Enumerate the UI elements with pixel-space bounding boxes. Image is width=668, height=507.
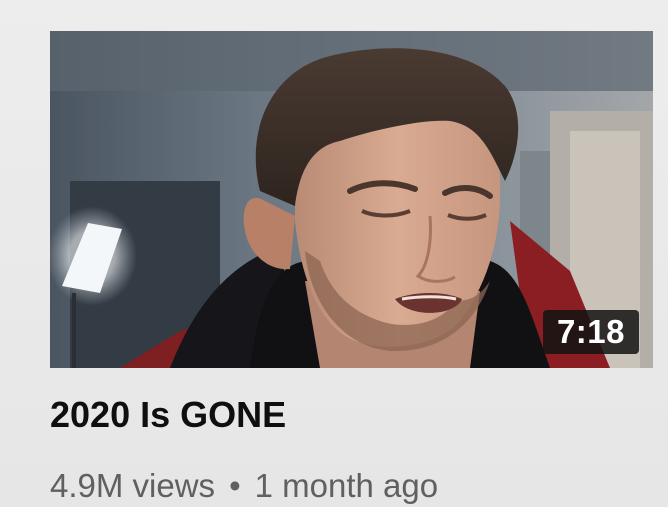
video-thumbnail[interactable]: 7:18 bbox=[50, 31, 653, 368]
metadata-separator: • bbox=[229, 467, 241, 504]
video-title[interactable]: 2020 Is GONE bbox=[50, 392, 286, 438]
duration-badge: 7:18 bbox=[542, 310, 639, 354]
view-count: 4.9M views bbox=[50, 467, 216, 504]
video-card[interactable]: 7:18 2020 Is GONE 4.9M views • 1 month ago bbox=[0, 0, 668, 507]
upload-age: 1 month ago bbox=[254, 467, 439, 504]
video-metadata: 4.9M views • 1 month ago bbox=[50, 465, 438, 507]
